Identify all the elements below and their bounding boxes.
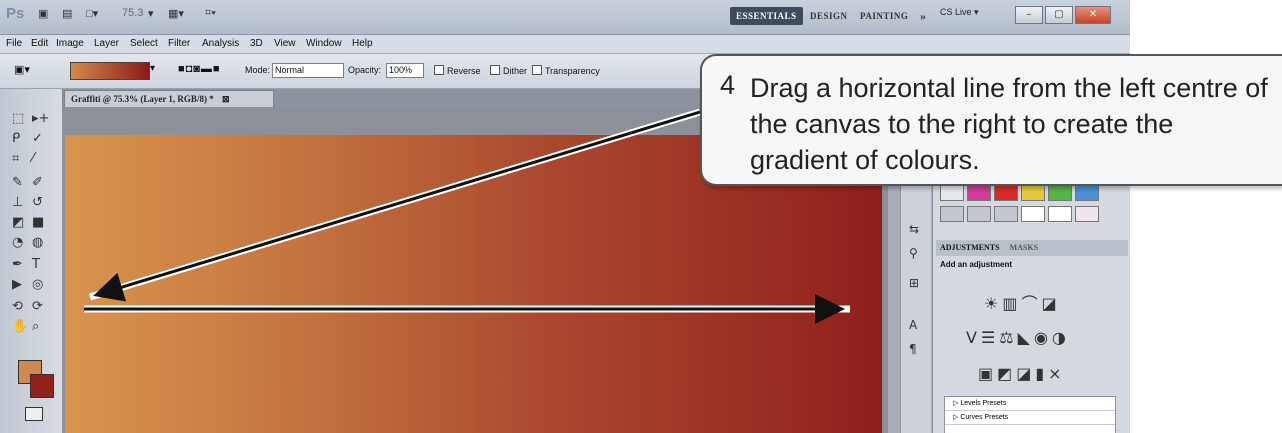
- step-number: 4: [720, 70, 736, 100]
- pointer-arrow: [93, 110, 701, 302]
- step-text: Drag a horizontal line from the left cen…: [750, 73, 1268, 175]
- instruction-callout: 4 Drag a horizontal line from the left c…: [700, 54, 1282, 186]
